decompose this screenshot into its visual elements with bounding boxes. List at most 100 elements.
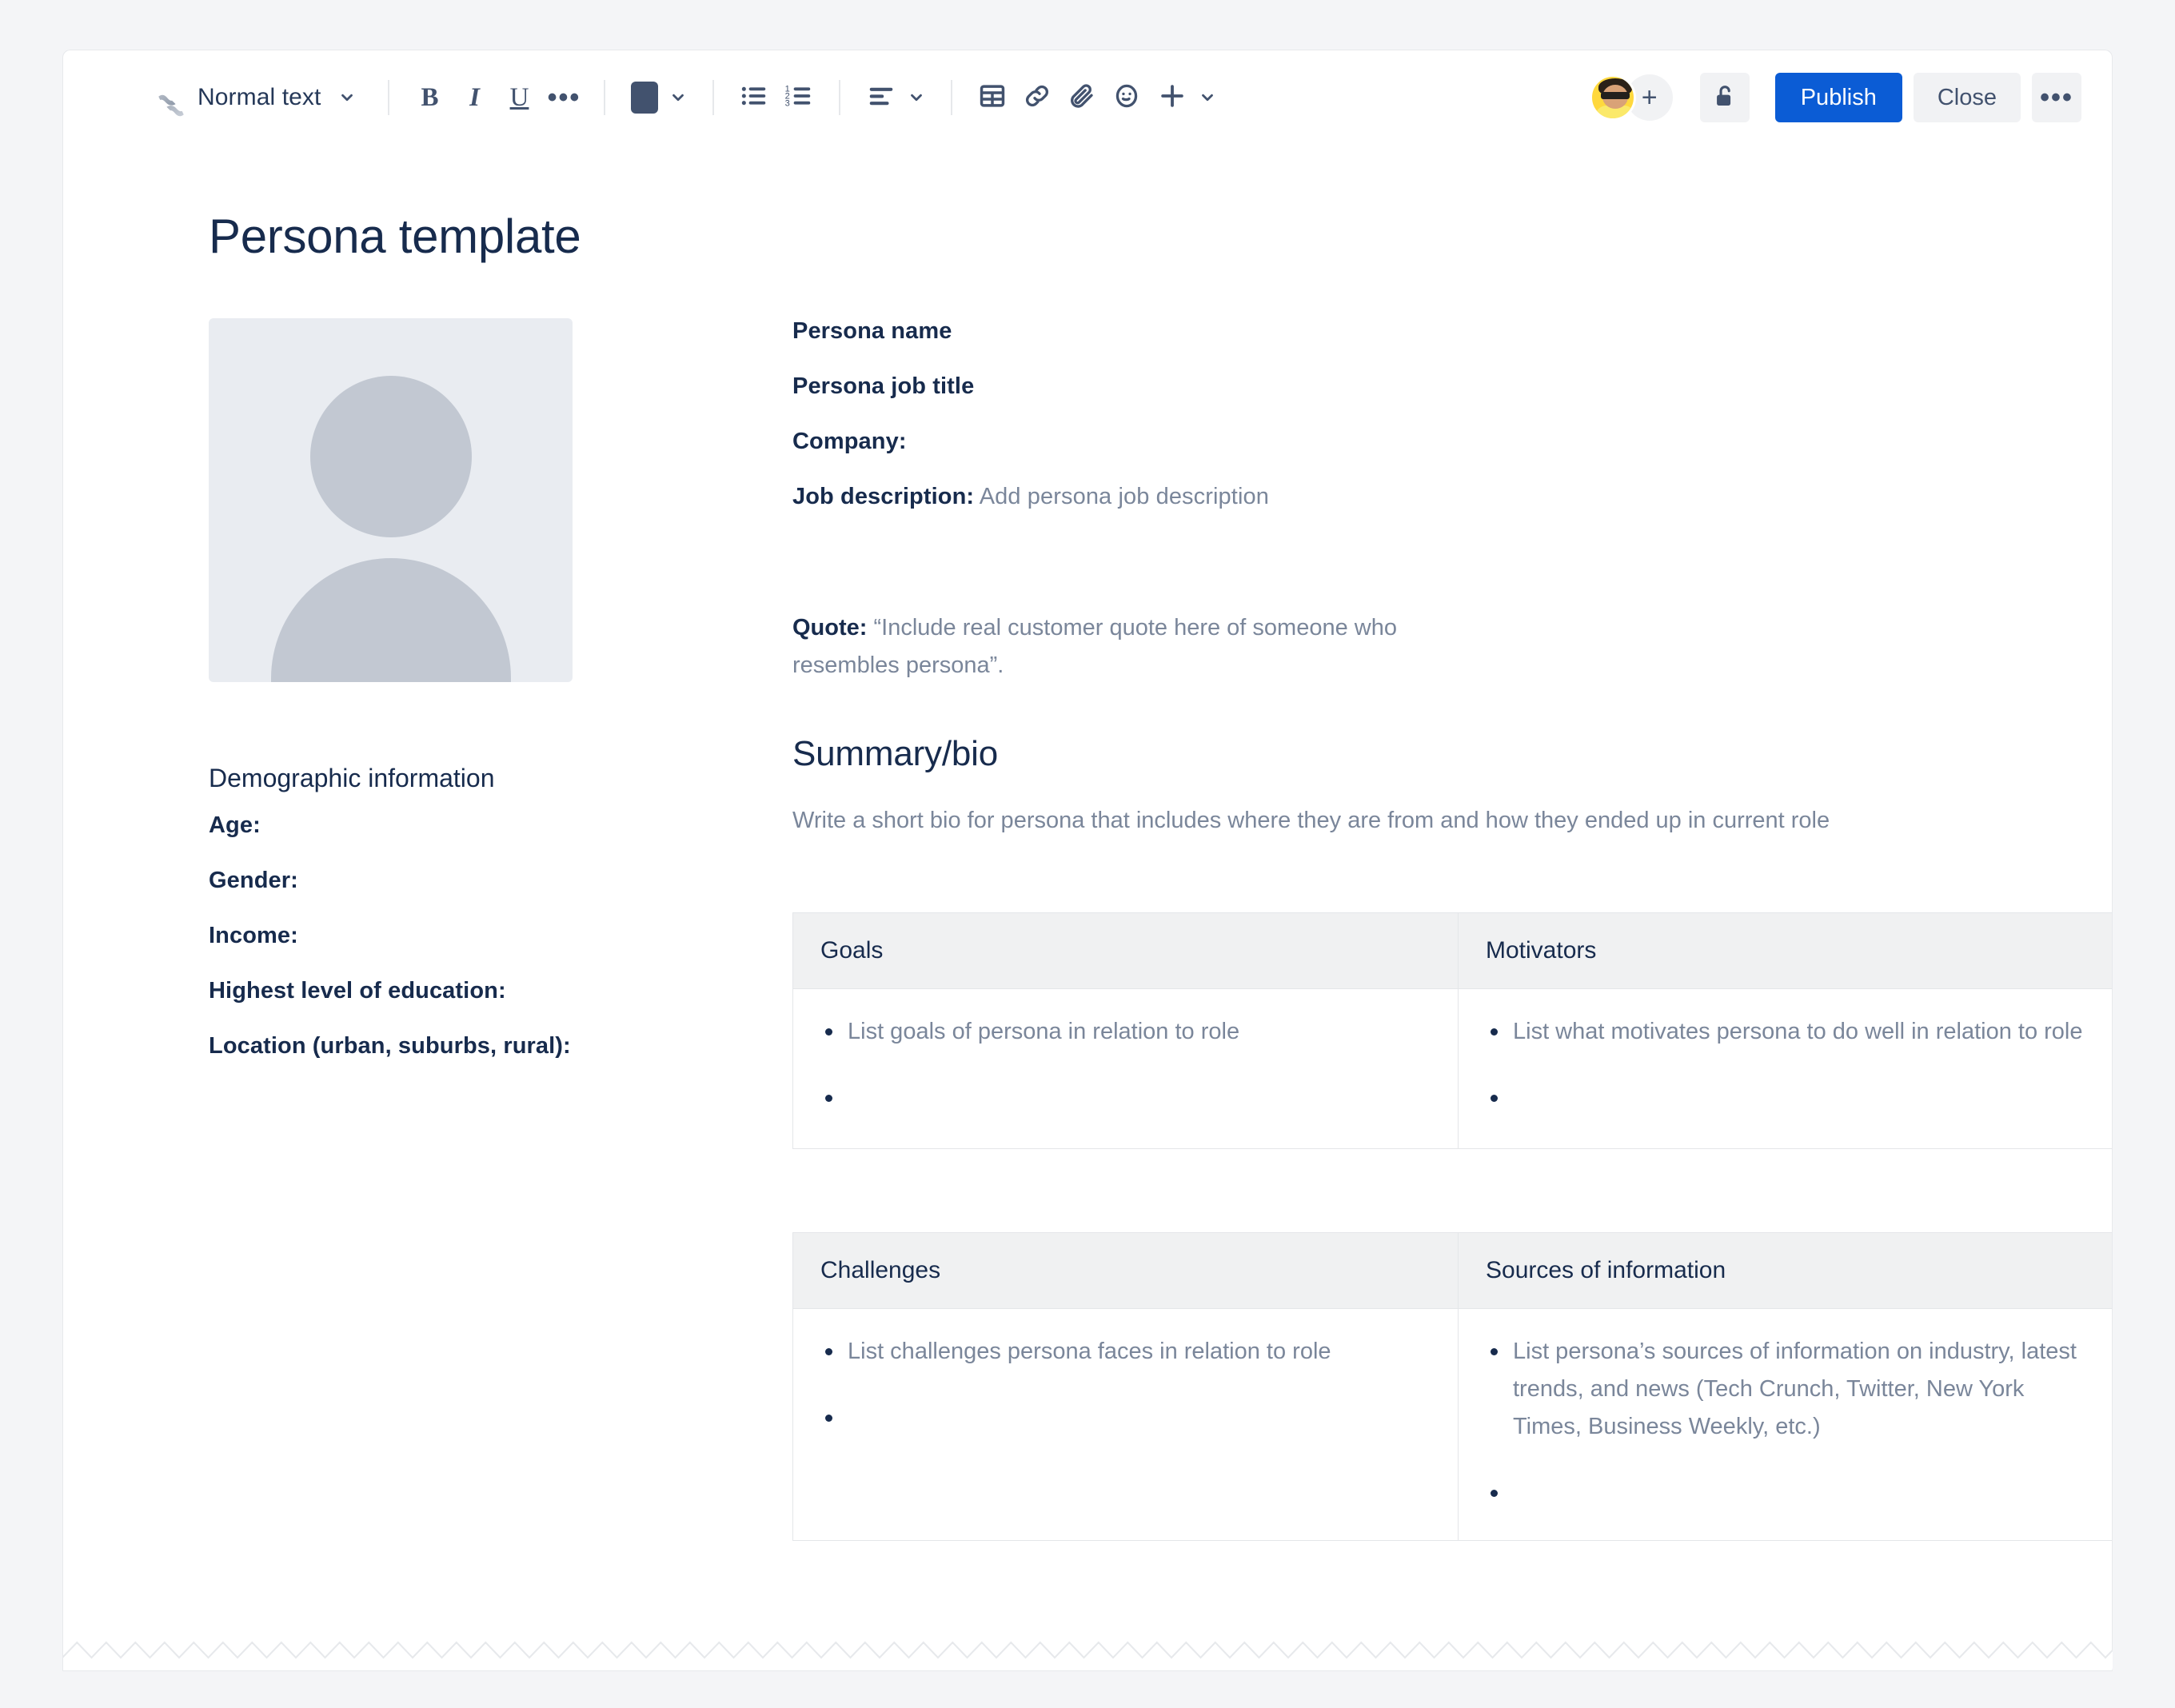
persona-quote-placeholder: “Include real customer quote here of som… — [792, 615, 1397, 678]
text-style-dropdown[interactable]: Normal text — [183, 74, 370, 121]
table-cell-sources[interactable]: List persona’s sources of information on… — [1458, 1307, 2112, 1541]
table-cell-goals[interactable]: List goals of persona in relation to rol… — [792, 988, 1459, 1149]
summary-heading[interactable]: Summary/bio — [792, 734, 2112, 774]
table-cell-motivators[interactable]: List what motivates persona to do well i… — [1458, 988, 2112, 1149]
torn-paper-edge — [62, 1639, 2122, 1672]
text-color-swatch-icon — [631, 82, 659, 114]
ellipsis-icon: ••• — [547, 82, 581, 113]
text-align-button[interactable] — [858, 75, 933, 120]
editor-card: Normal text B I U ••• 1 2 3 + Publish Cl… — [62, 50, 2113, 1658]
demographics-item-age[interactable]: Age: — [209, 812, 792, 839]
goals-list: List goals of persona in relation to rol… — [820, 1013, 1431, 1103]
persona-quote-field[interactable]: Quote: “Include real customer quote here… — [792, 609, 1408, 684]
avatar-body-shape — [270, 558, 511, 682]
toolbar-divider — [712, 80, 715, 115]
svg-text:3: 3 — [785, 98, 790, 108]
toolbar-divider — [604, 80, 606, 115]
persona-name-label: Persona name — [792, 318, 952, 344]
publish-button[interactable]: Publish — [1774, 73, 1902, 122]
demographics-heading: Demographic information — [209, 764, 495, 792]
bold-icon: B — [421, 82, 439, 112]
insert-attachment-button[interactable] — [1060, 75, 1104, 120]
list-item[interactable] — [1486, 1475, 2096, 1498]
text-style-value: Normal text — [198, 84, 321, 110]
bullet-list-button[interactable] — [732, 75, 776, 120]
table-cell-challenges[interactable]: List challenges persona faces in relatio… — [792, 1307, 1459, 1541]
chevron-down-icon — [1199, 89, 1216, 106]
list-item[interactable] — [820, 1399, 1431, 1423]
table-row: List challenges persona faces in relatio… — [792, 1307, 2112, 1541]
page-title[interactable]: Persona template — [63, 145, 2112, 264]
table-row: List goals of persona in relation to rol… — [792, 988, 2112, 1149]
bullet-list-icon — [739, 81, 769, 115]
link-icon — [1023, 82, 1052, 114]
unlock-icon — [1711, 82, 1738, 114]
left-column: Demographic information Age: Gender: Inc… — [209, 318, 792, 1541]
challenges-sources-table[interactable]: Challenges Sources of information List c… — [792, 1231, 2112, 1541]
insert-emoji-button[interactable] — [1104, 75, 1149, 120]
page-restrictions-button[interactable] — [1699, 73, 1750, 122]
collaborators: + — [1589, 74, 1673, 121]
table-header-challenges: Challenges — [792, 1231, 1459, 1309]
toolbar-divider — [839, 80, 841, 115]
avatar[interactable] — [1589, 74, 1636, 121]
avatar-head-shape — [309, 376, 472, 537]
plus-icon: + — [1641, 82, 1658, 113]
toolbar-divider — [951, 80, 953, 115]
bold-button[interactable]: B — [407, 75, 452, 120]
persona-job-title-field[interactable]: Persona job title — [792, 373, 2112, 400]
text-align-left-icon — [866, 81, 896, 115]
numbered-list-button[interactable]: 1 2 3 — [776, 75, 821, 120]
toolbar-divider — [388, 80, 390, 115]
confluence-logo-icon — [153, 89, 190, 122]
plus-icon — [1157, 81, 1187, 115]
table-header-row: Goals Motivators — [792, 912, 2112, 989]
document-body: Persona template Demographic information… — [63, 145, 2112, 1541]
table-header-sources: Sources of information — [1458, 1231, 2112, 1309]
more-formatting-button[interactable]: ••• — [541, 75, 586, 120]
challenges-list: List challenges persona faces in relatio… — [820, 1333, 1431, 1423]
demographics-item-income[interactable]: Income: — [209, 923, 792, 949]
paperclip-icon — [1068, 82, 1096, 114]
numbered-list-icon: 1 2 3 — [784, 81, 814, 115]
more-options-button[interactable]: ••• — [2032, 73, 2081, 122]
persona-company-field[interactable]: Company: — [792, 429, 2112, 455]
summary-placeholder[interactable]: Write a short bio for persona that inclu… — [792, 808, 2112, 834]
publish-label: Publish — [1800, 84, 1877, 110]
demographics-item-gender[interactable]: Gender: — [209, 868, 792, 894]
persona-job-title-label: Persona job title — [792, 373, 975, 399]
content-columns: Demographic information Age: Gender: Inc… — [63, 264, 2112, 1541]
insert-table-button[interactable] — [970, 75, 1015, 120]
underline-icon: U — [509, 82, 529, 112]
persona-photo-placeholder[interactable] — [209, 318, 573, 682]
right-column: Persona name Persona job title Company: … — [792, 318, 2112, 1541]
list-item[interactable] — [1486, 1079, 2096, 1103]
table-header-motivators: Motivators — [1458, 912, 2112, 989]
persona-job-description-field[interactable]: Job description: Add persona job descrip… — [792, 484, 2112, 510]
demographics-item-location[interactable]: Location (urban, suburbs, rural): — [209, 1033, 792, 1060]
table-header-row: Challenges Sources of information — [792, 1231, 2112, 1309]
goals-motivators-table[interactable]: Goals Motivators List goals of persona i… — [792, 912, 2112, 1149]
demographics-list: Age: Gender: Income: Highest level of ed… — [209, 812, 792, 1060]
list-item[interactable]: List challenges persona faces in relatio… — [820, 1333, 1431, 1371]
persona-quote-label: Quote: — [792, 615, 868, 640]
insert-link-button[interactable] — [1015, 75, 1060, 120]
list-item[interactable] — [820, 1079, 1431, 1103]
list-item[interactable]: List persona’s sources of information on… — [1486, 1333, 2096, 1446]
chevron-down-icon — [669, 89, 687, 106]
demographics-item-education[interactable]: Highest level of education: — [209, 978, 792, 1004]
sources-list: List persona’s sources of information on… — [1486, 1333, 2096, 1498]
underline-button[interactable]: U — [497, 75, 541, 120]
ellipsis-icon: ••• — [2040, 82, 2073, 113]
italic-icon: I — [469, 82, 480, 112]
close-button[interactable]: Close — [1913, 73, 2021, 122]
persona-job-description-label: Job description: — [792, 484, 975, 509]
italic-button[interactable]: I — [452, 75, 497, 120]
text-color-button[interactable] — [623, 75, 695, 120]
list-item[interactable]: List goals of persona in relation to rol… — [820, 1013, 1431, 1051]
insert-more-button[interactable] — [1149, 75, 1224, 120]
persona-name-field[interactable]: Persona name — [792, 318, 2112, 345]
table-header-goals: Goals — [792, 912, 1459, 989]
list-item[interactable]: List what motivates persona to do well i… — [1486, 1013, 2096, 1051]
chevron-down-icon — [338, 89, 356, 106]
